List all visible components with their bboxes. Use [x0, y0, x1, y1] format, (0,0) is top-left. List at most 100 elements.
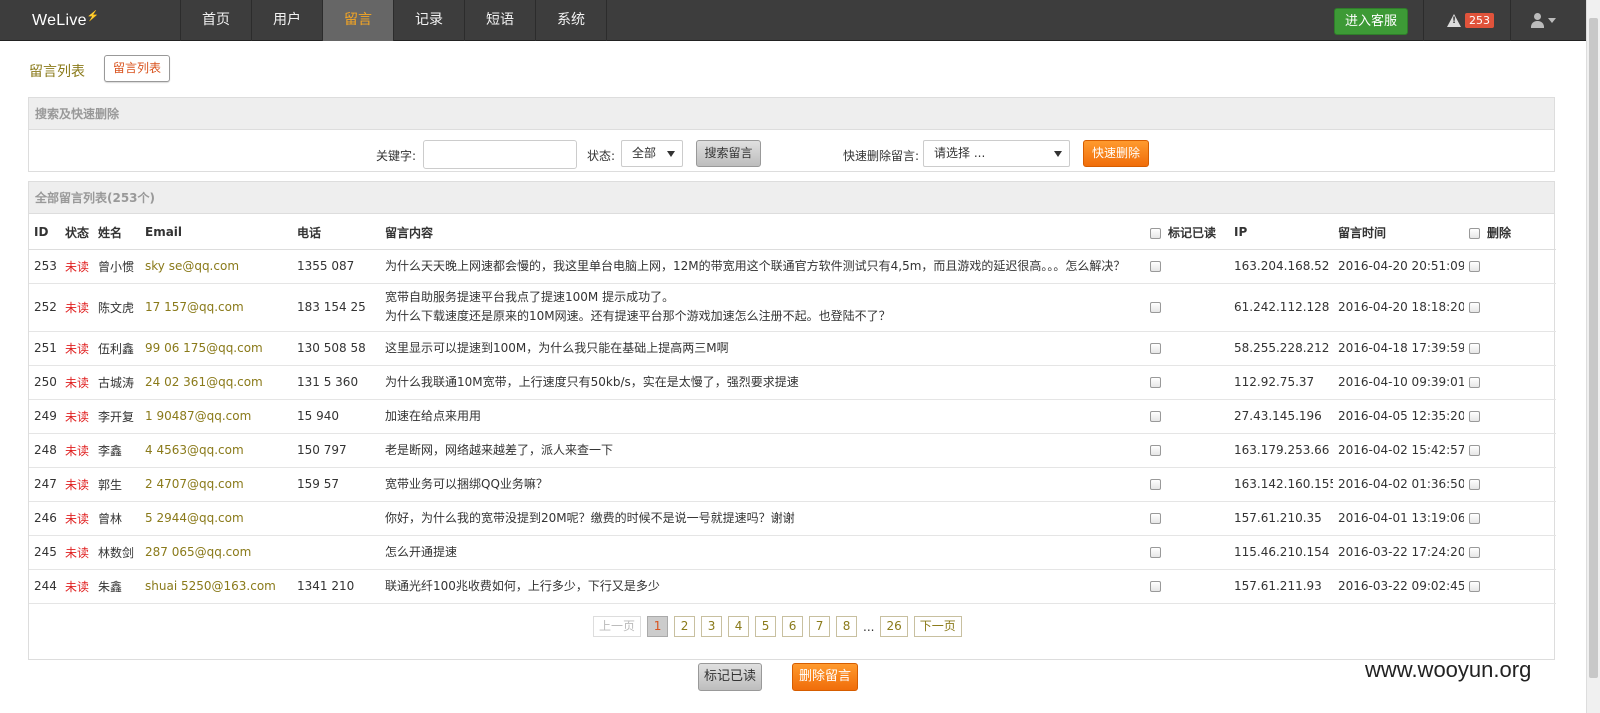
status-select[interactable]: 全部 [621, 140, 683, 167]
delete-checkbox[interactable] [1469, 261, 1480, 272]
cell-ip: 163.142.160.155 [1229, 467, 1333, 502]
quick-delete-select[interactable]: 请选择 ... [923, 140, 1070, 167]
select-all-delete-checkbox[interactable] [1469, 227, 1480, 239]
next-page-button[interactable]: 下一页 [913, 616, 962, 637]
cell-id: 247 [29, 467, 60, 502]
mark-read-button[interactable]: 标记已读 [698, 663, 762, 691]
col-status: 状态 [60, 216, 93, 250]
delete-messages-button[interactable]: 删除留言 [792, 663, 858, 691]
cell-status: 未读 [60, 399, 93, 434]
warning-icon [1447, 14, 1461, 27]
page-2[interactable]: 2 [674, 616, 696, 637]
cell-phone: 130 508 58 [292, 331, 380, 366]
cell-email[interactable]: 287 065@qq.com [140, 535, 292, 570]
delete-checkbox[interactable] [1469, 411, 1480, 422]
page-4[interactable]: 4 [728, 616, 750, 637]
page-7[interactable]: 7 [809, 616, 831, 637]
nav-phrases[interactable]: 短语 [465, 0, 536, 41]
cell-email[interactable]: shuai 5250@163.com [140, 569, 292, 604]
cell-email[interactable]: 99 06 175@qq.com [140, 331, 292, 366]
cell-content: 为什么我联通10M宽带，上行速度只有50kb/s，实在是太慢了，强烈要求提速 [380, 365, 1145, 400]
table-header-row: ID 状态 姓名 Email 电话 留言内容 标记已读 IP 留言时间 删除 [29, 216, 1556, 250]
cell-email[interactable]: sky se@qq.com [140, 249, 292, 284]
cell-status: 未读 [60, 283, 93, 332]
cell-delete [1464, 501, 1556, 536]
nav-records[interactable]: 记录 [394, 0, 465, 41]
mark-read-checkbox[interactable] [1150, 411, 1161, 422]
cell-email[interactable]: 17 157@qq.com [140, 283, 292, 332]
user-menu[interactable] [1531, 13, 1556, 28]
nav-system[interactable]: 系统 [536, 0, 607, 41]
cell-phone: 159 57 [292, 467, 380, 502]
cell-name: 朱鑫 [93, 569, 140, 604]
scrollbar-thumb[interactable] [1589, 18, 1598, 678]
cell-status: 未读 [60, 331, 93, 366]
delete-checkbox[interactable] [1469, 513, 1480, 524]
page-1[interactable]: 1 [647, 616, 669, 637]
cell-email[interactable]: 2 4707@qq.com [140, 467, 292, 502]
cell-time: 2016-04-10 09:39:01 [1333, 365, 1464, 400]
cell-mark-read [1145, 399, 1229, 434]
mark-read-checkbox[interactable] [1150, 581, 1161, 592]
delete-checkbox[interactable] [1469, 479, 1480, 490]
mark-read-checkbox[interactable] [1150, 261, 1161, 272]
table-row: 253 未读 曾小惯 sky se@qq.com 1355 087 为什么天天晚上网速都会… [29, 249, 1556, 284]
mark-read-checkbox[interactable] [1150, 547, 1161, 558]
cell-mark-read [1145, 331, 1229, 366]
cell-status: 未读 [60, 569, 93, 604]
nav-home[interactable]: 首页 [181, 0, 252, 41]
mark-read-checkbox[interactable] [1150, 479, 1161, 490]
search-button[interactable]: 搜索留言 [696, 140, 761, 167]
cell-content: 你好，为什么我的宽带没提到20M呢？缴费的时候不是说一号就提速吗？谢谢 [380, 501, 1145, 536]
col-id: ID [29, 216, 60, 250]
cell-id: 246 [29, 501, 60, 536]
lightning-icon: ⚡ [86, 11, 100, 22]
mark-read-checkbox[interactable] [1150, 377, 1161, 388]
delete-checkbox[interactable] [1469, 581, 1480, 592]
cell-email[interactable]: 5 2944@qq.com [140, 501, 292, 536]
search-panel-title: 搜索及快速删除 [29, 98, 1554, 130]
delete-checkbox[interactable] [1469, 377, 1480, 388]
pagination: 上一页 1 2 3 4 5 6 7 8 ... 26 下一页 [593, 616, 968, 637]
cell-status: 未读 [60, 501, 93, 536]
delete-checkbox[interactable] [1469, 343, 1480, 354]
content-line: 这里显示可以提速到100M，为什么我只能在基础上提高两三M啊 [385, 340, 729, 355]
delete-checkbox[interactable] [1469, 302, 1480, 313]
chevron-down-icon [1054, 151, 1062, 157]
cell-mark-read [1145, 467, 1229, 502]
page-6[interactable]: 6 [782, 616, 804, 637]
alerts-button[interactable]: 253 [1447, 13, 1494, 28]
prev-page-button[interactable]: 上一页 [593, 616, 642, 637]
enter-service-button[interactable]: 进入客服 [1334, 8, 1408, 35]
cell-id: 244 [29, 569, 60, 604]
delete-checkbox[interactable] [1469, 547, 1480, 558]
quick-delete-button[interactable]: 快速删除 [1083, 140, 1149, 167]
page-5[interactable]: 5 [755, 616, 777, 637]
col-mark-read: 标记已读 [1145, 216, 1229, 250]
content-line: 为什么我联通10M宽带，上行速度只有50kb/s，实在是太慢了，强烈要求提速 [385, 374, 799, 389]
select-all-mark-read-checkbox[interactable] [1150, 227, 1161, 239]
cell-email[interactable]: 1 90487@qq.com [140, 399, 292, 434]
mark-read-checkbox[interactable] [1150, 343, 1161, 354]
delete-checkbox[interactable] [1469, 445, 1480, 456]
tab-message-list[interactable]: 留言列表 [104, 55, 170, 82]
app-logo[interactable]: WeLive⚡ [32, 11, 100, 30]
vertical-scrollbar[interactable] [1586, 0, 1600, 713]
message-table: ID 状态 姓名 Email 电话 留言内容 标记已读 IP 留言时间 删除 2… [29, 216, 1556, 604]
nav-messages[interactable]: 留言 [323, 0, 394, 41]
nav-users[interactable]: 用户 [252, 0, 323, 41]
cell-time: 2016-04-02 15:42:57 [1333, 433, 1464, 468]
mark-read-checkbox[interactable] [1150, 513, 1161, 524]
page-3[interactable]: 3 [701, 616, 723, 637]
keyword-input[interactable] [423, 140, 577, 169]
cell-delete [1464, 365, 1556, 400]
table-row: 251 未读 伍利鑫 99 06 175@qq.com 130 508 58 这里显示可以… [29, 331, 1556, 366]
page-8[interactable]: 8 [836, 616, 858, 637]
mark-read-checkbox[interactable] [1150, 445, 1161, 456]
cell-status: 未读 [60, 535, 93, 570]
cell-id: 253 [29, 249, 60, 284]
cell-email[interactable]: 24 02 361@qq.com [140, 365, 292, 400]
cell-email[interactable]: 4 4563@qq.com [140, 433, 292, 468]
page-last[interactable]: 26 [880, 616, 908, 637]
mark-read-checkbox[interactable] [1150, 302, 1161, 313]
